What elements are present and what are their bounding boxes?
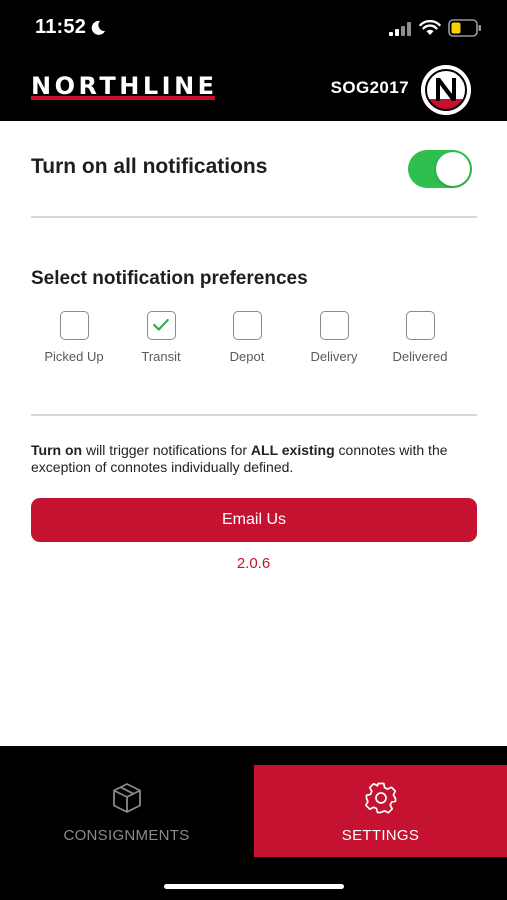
info-span: will trigger notifications for	[82, 442, 251, 458]
pref-delivered[interactable]: Delivered	[377, 311, 463, 364]
all-notifications-toggle[interactable]	[408, 150, 472, 188]
top-bar: 11:52 NORTHLINE SOG2017	[0, 0, 507, 121]
pref-depot[interactable]: Depot	[204, 311, 290, 364]
divider	[31, 414, 477, 416]
checkbox[interactable]	[146, 311, 176, 340]
status-time: 11:52	[35, 16, 87, 38]
wifi-icon	[419, 20, 441, 35]
pref-label: Depot	[229, 349, 265, 364]
pref-transit[interactable]: Transit	[118, 311, 204, 364]
pref-label: Delivered	[392, 349, 448, 364]
app-version: 2.0.6	[236, 555, 271, 572]
info-bold: ALL existing	[250, 442, 335, 458]
nav-settings[interactable]: SETTINGS	[254, 765, 507, 857]
checkmark-icon	[152, 318, 169, 331]
avatar[interactable]	[421, 65, 471, 115]
northline-n-icon	[421, 65, 471, 115]
pref-delivery[interactable]: Delivery	[291, 311, 377, 364]
info-text: Turn on will trigger notifications for A…	[31, 442, 481, 476]
box-icon	[112, 783, 141, 813]
checkbox[interactable]	[319, 311, 349, 340]
preferences-title: Select notification preferences	[31, 268, 308, 289]
divider	[31, 216, 477, 218]
nav-label: SETTINGS	[341, 827, 420, 844]
checkbox[interactable]	[232, 311, 262, 340]
gear-icon	[364, 782, 396, 814]
nav-consignments[interactable]: CONSIGNMENTS	[0, 765, 253, 857]
email-us-button[interactable]: Email Us	[31, 498, 477, 542]
pref-label: Transit	[141, 349, 181, 364]
all-notifications-label: Turn on all notifications	[31, 155, 268, 178]
toggle-knob	[436, 152, 470, 186]
checkbox[interactable]	[59, 311, 89, 340]
signal-icon	[389, 22, 411, 36]
bottom-nav: CONSIGNMENTS SETTINGS	[0, 746, 507, 900]
nav-label: CONSIGNMENTS	[63, 827, 190, 844]
info-bold: Turn on	[31, 442, 83, 458]
checkbox[interactable]	[405, 311, 435, 340]
moon-icon	[91, 20, 105, 35]
username: SOG2017	[330, 78, 409, 97]
pref-picked-up[interactable]: Picked Up	[31, 311, 117, 364]
battery-icon	[448, 19, 481, 37]
pref-label: Picked Up	[44, 349, 104, 364]
home-indicator[interactable]	[164, 884, 344, 889]
brand-underline	[31, 96, 215, 100]
pref-label: Delivery	[310, 349, 358, 364]
